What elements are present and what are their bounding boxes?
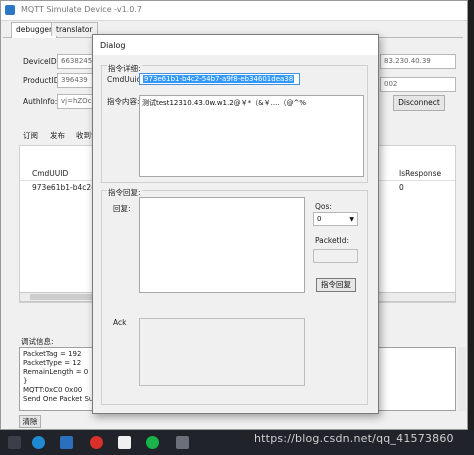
device-id-field[interactable]: 663824596 (57, 54, 97, 69)
content-textarea[interactable]: 测试test12310.43.0w.w1.2@￥*（&￥....（@^% (139, 95, 364, 177)
debug-line: MQTT:0xC0 0x00 (23, 386, 83, 394)
debug-line: } (23, 377, 28, 385)
clear-button[interactable]: 清除 (19, 415, 41, 428)
packet-id-label: PacketId: (315, 236, 350, 245)
packet-id-field[interactable] (313, 249, 358, 263)
dialog-title-bar: Dialog (93, 35, 378, 55)
notepad-icon[interactable] (118, 436, 131, 449)
task-view-icon[interactable] (8, 436, 21, 449)
reply-textarea[interactable] (139, 197, 305, 293)
disconnect-button[interactable]: Disconnect (393, 95, 445, 111)
inner-tab-subscribe[interactable]: 订阅 (23, 130, 38, 141)
window-title: MQTT Simulate Device -v1.0.7 (21, 5, 142, 14)
column-isresponse: IsResponse (399, 169, 442, 178)
debug-line: RemainLength = 0 (23, 368, 89, 376)
edge-icon[interactable] (32, 436, 45, 449)
ack-textarea (139, 318, 305, 386)
inner-tab-publish[interactable]: 发布 (50, 130, 65, 141)
debug-label: 调试信息: (21, 337, 54, 346)
title-bar: MQTT Simulate Device -v1.0.7 (1, 1, 467, 21)
reply-group-title: 指令回复: (107, 187, 142, 198)
dialog-window: Dialog 指令详细: CmdUuid: 973e61b1-b4c2-54b7… (92, 34, 379, 414)
server-ip-field[interactable]: 83.230.40.39 (380, 54, 456, 69)
debug-line: PacketTag = 192 (23, 350, 82, 358)
chevron-down-icon: ▼ (349, 216, 354, 223)
tab-translator[interactable]: translator (51, 22, 98, 36)
watermark-text: https://blog.csdn.net/qq_41573860 (254, 432, 454, 445)
reply-label: 回复: (113, 204, 131, 213)
content-text: 测试test12310.43.0w.w1.2@￥*（&￥....（@^% (142, 99, 307, 107)
device-id-label: DeviceID: (23, 57, 60, 66)
music-icon[interactable] (90, 436, 103, 449)
auth-info-field[interactable]: vj=hZOcQ (57, 94, 97, 109)
reply-command-button[interactable]: 指令回复 (316, 278, 356, 292)
app-icon-blue[interactable] (60, 436, 73, 449)
ack-label: Ack (113, 318, 127, 327)
content-label: 指令内容: (107, 97, 140, 106)
qos-select[interactable]: 0 ▼ (313, 212, 358, 226)
detail-group-title: 指令详细: (107, 63, 142, 74)
cmd-uuid-field[interactable]: 973e61b1-b4c2-54b7-a9f8-eb34601dea38 (139, 73, 300, 85)
debug-line: PacketType = 12 (23, 359, 82, 367)
qos-label: Qos: (315, 202, 332, 211)
server-port-field[interactable]: 002 (380, 77, 456, 92)
row-isresponse[interactable]: 0 (399, 183, 404, 192)
cmd-uuid-selection: 973e61b1-b4c2-54b7-a9f8-eb34601dea38 (143, 75, 295, 83)
qos-value: 0 (317, 215, 322, 223)
column-cmduuid: CmdUUID (32, 169, 69, 178)
debug-scrollbar[interactable] (458, 347, 466, 411)
product-id-field[interactable]: 396439 (57, 73, 97, 88)
taskbar-app-icon[interactable] (176, 436, 189, 449)
dialog-title: Dialog (100, 41, 126, 50)
auth-info-label: AuthInfo: (23, 97, 58, 106)
wechat-icon[interactable] (146, 436, 159, 449)
app-icon (5, 5, 15, 15)
